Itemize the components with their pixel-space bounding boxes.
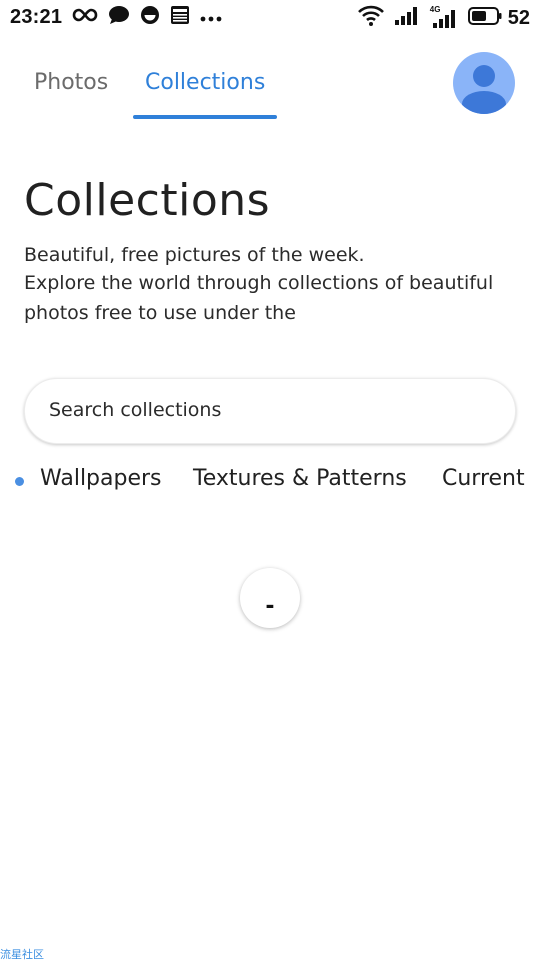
tab-photos[interactable]: Photos <box>34 70 108 95</box>
search-box[interactable] <box>24 378 516 444</box>
signal-4g-icon: 4G <box>430 5 456 29</box>
battery-level: 52 <box>507 6 530 29</box>
status-right: 4G 52 <box>357 5 530 31</box>
active-tab-indicator <box>133 115 277 119</box>
wifi-icon <box>357 5 384 31</box>
infinity-icon <box>72 7 98 27</box>
chat-bubble-icon <box>108 5 130 29</box>
avatar[interactable] <box>453 52 515 114</box>
battery-icon <box>467 7 502 29</box>
category-wallpapers[interactable]: Wallpapers <box>40 466 162 491</box>
category-current[interactable]: Current <box>442 466 525 491</box>
smile-icon <box>140 5 160 29</box>
search-input[interactable] <box>49 399 489 421</box>
watermark: 流星社区 <box>0 948 44 960</box>
tab-collections[interactable]: Collections <box>145 70 265 95</box>
status-bar: 23:21 4G 52 <box>0 0 540 34</box>
load-more-button[interactable]: - <box>240 568 300 628</box>
page-description: Explore the world through collections of… <box>24 272 494 324</box>
selected-category-dot <box>15 477 24 486</box>
more-dots-icon <box>200 8 222 27</box>
load-more-label: - <box>265 594 275 619</box>
signal-icon <box>394 6 418 30</box>
category-textures-patterns[interactable]: Textures & Patterns <box>193 466 407 491</box>
page-title: Collections <box>24 175 271 226</box>
news-icon <box>170 5 190 29</box>
top-nav: Photos Collections <box>0 40 540 124</box>
page-subtitle: Beautiful, free pictures of the week. <box>24 244 365 266</box>
status-left: 23:21 <box>10 5 222 29</box>
status-time: 23:21 <box>10 5 63 28</box>
category-strip: Wallpapers Textures & Patterns Current <box>0 462 540 502</box>
person-icon <box>462 65 506 114</box>
